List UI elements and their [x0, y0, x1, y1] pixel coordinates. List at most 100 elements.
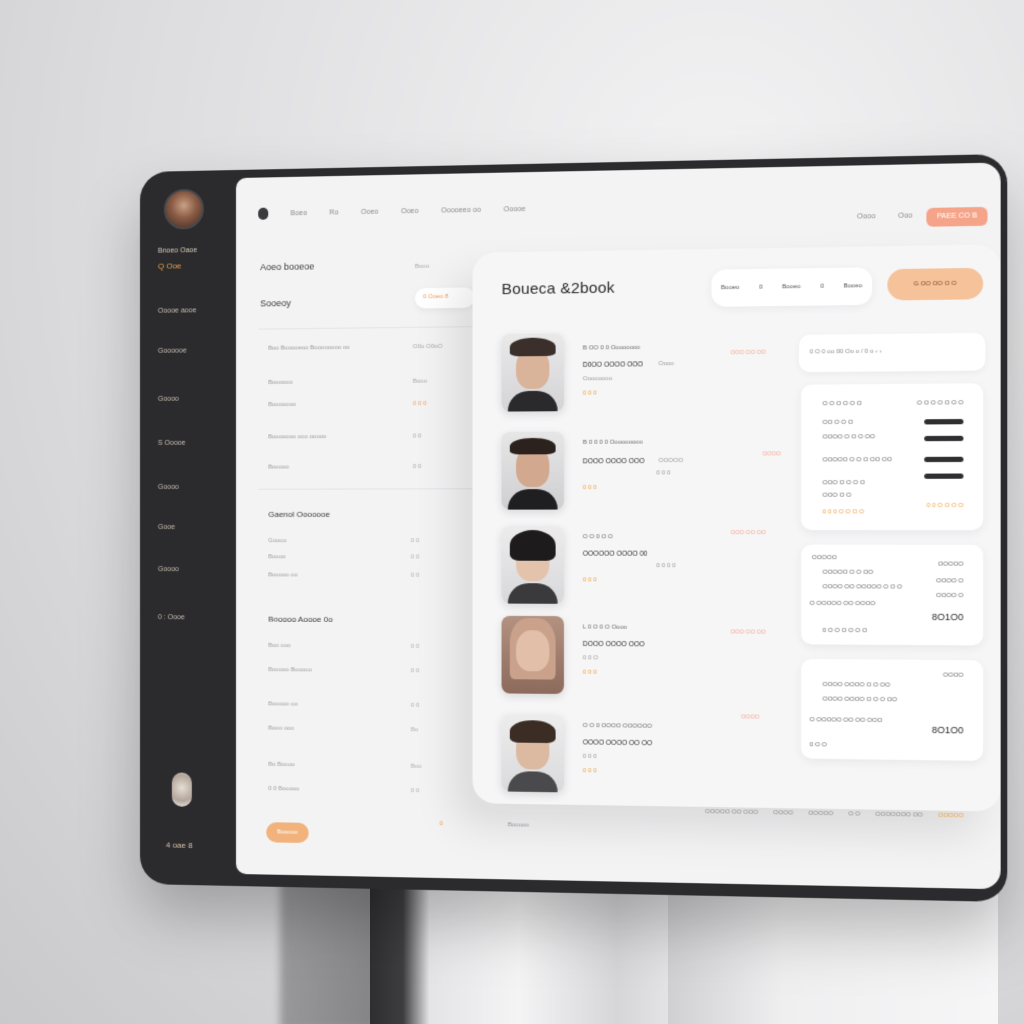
- nav-link-3[interactable]: Ooeo: [361, 208, 378, 215]
- sidebar-item-3[interactable]: Goooo: [158, 396, 179, 403]
- panel-chip[interactable]: Booo: [415, 264, 429, 270]
- person-photo-2[interactable]: [502, 432, 564, 510]
- summary-widget-1: O O O O O O O O O O O O O OO O O O OOOO …: [801, 383, 983, 530]
- toggle-switch[interactable]: [924, 419, 963, 424]
- list-item[interactable]: Bo Boooo Boo: [268, 762, 295, 768]
- sidebar-item-2[interactable]: Goooooe: [158, 348, 187, 355]
- list-item[interactable]: 0 0 Booooo 0 0: [268, 786, 299, 793]
- list-item[interactable]: Goooo 0 0: [268, 538, 286, 544]
- toggle-switch[interactable]: [924, 436, 963, 441]
- bottom-link[interactable]: OOOOO OO OOO: [705, 809, 758, 816]
- segment-3[interactable]: Booeo: [843, 283, 862, 290]
- summary-widget-3: OOOO OOOO OOOO O O OO OOOO OOOO O O O OO…: [801, 659, 983, 761]
- user-name: Bnoeo Oaoe: [158, 247, 197, 255]
- toggle-switch[interactable]: [924, 457, 963, 462]
- card-cta-button[interactable]: G OO OO O O: [887, 268, 983, 301]
- photo-body: [508, 489, 558, 510]
- list-item[interactable]: Booooo oo 0 0: [268, 701, 297, 707]
- sidebar-item-4[interactable]: S Ooooe: [158, 440, 186, 447]
- bottom-link[interactable]: O O: [848, 811, 860, 817]
- panel-pill[interactable]: 0 Ooeo 8: [415, 287, 475, 308]
- person-name[interactable]: DOOO OOOO OOO: [583, 641, 645, 649]
- person-rating: 0 0 0: [583, 577, 597, 583]
- sidebar-item-1[interactable]: Ooooe aooe: [158, 307, 197, 315]
- app-logo-icon[interactable]: [258, 208, 268, 220]
- section-heading: Gaenol Ooooooe: [268, 510, 330, 519]
- sidebar-item-label: S Ooooe: [158, 440, 186, 447]
- user-avatar[interactable]: [164, 189, 204, 230]
- photo-body: [508, 771, 558, 792]
- table-cell: Boooooo: [268, 380, 292, 386]
- person-meta: L 0 O 0 O Oooo: [583, 624, 627, 630]
- table-row[interactable]: Booooo 0 0: [268, 464, 289, 470]
- list-item[interactable]: Boooo 0 0: [268, 554, 286, 560]
- person-name[interactable]: OOOO OOOO OO OO: [583, 739, 652, 747]
- user-sub: Q Ooe: [158, 261, 182, 270]
- person-photo-3[interactable]: [502, 526, 564, 604]
- sidebar-item-label: Gooe: [158, 524, 175, 531]
- person-sub: 0 0 0 0: [656, 563, 675, 569]
- person-name[interactable]: D0OO OOOO OOO: [583, 361, 643, 369]
- segment-1[interactable]: Booeo: [721, 285, 739, 291]
- list-item-value: Bo: [411, 727, 419, 733]
- list-item[interactable]: Booooo oo 0 0: [268, 572, 297, 578]
- table-row[interactable]: Booooooo 0 0 0: [268, 402, 296, 408]
- sidebar-footer: 4 oae 8: [166, 840, 193, 850]
- widget-header: OOOOO: [812, 555, 837, 561]
- list-item-value: 0 0: [411, 703, 420, 709]
- table-row[interactable]: Booooooo ooo ooooo 0 0: [268, 434, 326, 440]
- person-meta: B OO 0 0 Oooooooo: [583, 345, 640, 352]
- sidebar-item-6[interactable]: Gooe: [158, 524, 175, 531]
- bottom-link[interactable]: OOOOO: [938, 813, 963, 820]
- list-item[interactable]: Booo ooo Bo: [268, 725, 294, 731]
- person-name[interactable]: DOOO OOOO OOO: [583, 458, 645, 465]
- table-row[interactable]: Boo Booooeoo Boooooooo oo O0o O0oO: [268, 345, 350, 352]
- person-photo-4[interactable]: [502, 616, 564, 694]
- person-tag: OOOOO: [658, 458, 683, 464]
- table-cell: O0o O0oO: [413, 344, 443, 350]
- nav-link-1[interactable]: Boeo: [290, 209, 307, 216]
- person-photo-5[interactable]: [502, 714, 564, 793]
- table-cell: 0 0: [413, 464, 422, 470]
- table-cell: 0 0 0: [413, 401, 427, 407]
- list-item-label: Booo ooo: [268, 725, 294, 731]
- segment-2[interactable]: Booeo: [782, 284, 801, 290]
- person-rating: 0 0 0: [583, 390, 597, 396]
- person-rating: 0 0 0: [583, 670, 597, 676]
- sidebar-item-8[interactable]: 0 : Oooe: [158, 614, 185, 621]
- nav-link-6[interactable]: Ooooe: [504, 205, 526, 213]
- toggle-switch[interactable]: [924, 473, 963, 478]
- list-item-label: Boooo: [268, 554, 286, 560]
- table-row[interactable]: Boooooo Booo: [268, 380, 292, 386]
- panel-action-button[interactable]: Booooo: [266, 822, 308, 843]
- person-meta: O O 0 OOOO OOOOOO: [583, 723, 652, 730]
- panel-foot-text[interactable]: Booooo: [508, 822, 529, 828]
- nav-link-2[interactable]: Ro: [329, 209, 338, 216]
- monitor-frame: Bnoeo Oaoe Q Ooe Ooooe aooe Goooooe Gooo…: [140, 154, 1007, 902]
- list-item-value: 0 0: [411, 554, 420, 560]
- bottom-link[interactable]: OOOOOOO OO: [875, 812, 922, 819]
- widget-total: 8O1O0: [932, 725, 964, 736]
- top-right-link[interactable]: Oooo: [857, 213, 876, 221]
- photo-body: [508, 583, 558, 604]
- top-nav: Boeo Ro Ooeo Ooeo Ooooeeo oo Ooooe: [258, 203, 525, 220]
- person-status: OOOO: [763, 451, 781, 457]
- top-right-link-2[interactable]: Ooo: [898, 212, 912, 220]
- list-item[interactable]: Booooo Booooo 0 0: [268, 667, 312, 673]
- panel-subtitle: Sooeoy: [260, 298, 291, 308]
- person-status: OOO OO OO: [731, 350, 766, 357]
- bottom-link[interactable]: OOOOO: [808, 811, 833, 818]
- sidebar-item-7[interactable]: Goooo: [158, 566, 179, 573]
- list-item[interactable]: Boo ooo 0 0: [268, 643, 291, 649]
- person-photo-1[interactable]: [502, 333, 564, 411]
- person-name[interactable]: OOOOOO OOOO 00: [583, 551, 648, 558]
- filter-bar[interactable]: 0 O 0 oo 00 Oo o / 0 o ‹ ›: [799, 333, 985, 372]
- nav-link-4[interactable]: Ooeo: [401, 207, 419, 214]
- top-cta-button[interactable]: PAEE CO B: [926, 207, 987, 227]
- sidebar-item-5[interactable]: Goooo: [158, 484, 179, 491]
- photo-hair: [510, 337, 556, 356]
- bottom-link[interactable]: OOOO: [773, 810, 793, 817]
- person-sub: Oooooooo: [583, 376, 612, 382]
- secondary-avatar[interactable]: [172, 772, 192, 806]
- nav-link-5[interactable]: Ooooeeo oo: [441, 206, 481, 214]
